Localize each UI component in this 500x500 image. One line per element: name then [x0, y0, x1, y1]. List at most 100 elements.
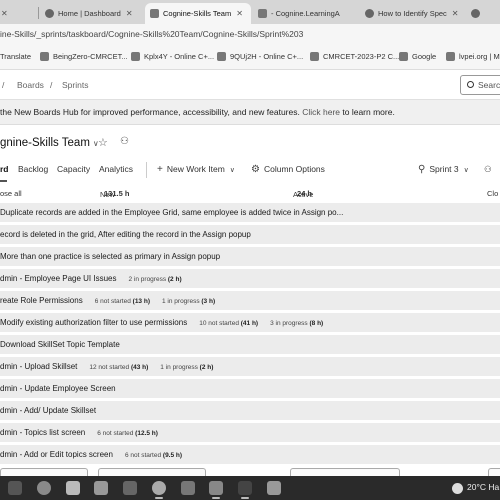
browser-tab-identify[interactable]: How to Identify Spec ✕ — [360, 3, 466, 24]
task-status-summary: 3 in progress (8 h) — [270, 320, 324, 327]
windows-taskbar: 20°C Ha — [0, 476, 500, 500]
click-here-link[interactable]: Click here — [302, 107, 340, 117]
media-icon[interactable] — [123, 481, 137, 495]
work-item-row[interactable]: Duplicate records are added in the Emplo… — [0, 203, 500, 223]
work-item-row[interactable]: dmin - Topics list screen 6 not started (… — [0, 423, 500, 443]
page-favicon-icon — [471, 9, 480, 18]
bookmark-translate[interactable]: Translate — [0, 52, 31, 61]
tab-capacity[interactable]: Capacity — [57, 164, 90, 174]
work-item-title[interactable]: reate Role Permissions 6 not started (13 … — [0, 296, 215, 305]
gear-icon: ⚙ — [251, 164, 260, 175]
collapse-all-button[interactable]: ose all — [0, 189, 22, 198]
breadcrumb-boards[interactable]: Boards — [17, 80, 44, 90]
terminal-icon[interactable] — [238, 481, 252, 499]
task-card[interactable] — [98, 468, 206, 476]
work-item-row[interactable]: dmin - Upload Skillset 12 not started (43… — [0, 357, 500, 377]
browser-tab-strip: ✕ Home | Dashboard ✕ Cognine-Skills Team… — [0, 0, 500, 24]
team-selector[interactable]: gnine-Skills Team ∨ — [0, 137, 99, 149]
tab-taskboard[interactable]: rd — [0, 164, 9, 174]
edge-icon[interactable] — [37, 481, 51, 495]
address-bar[interactable]: ine-Skills/_sprints/taskboard/Cognine-Sk… — [0, 24, 500, 46]
work-item-title[interactable]: Duplicate records are added in the Emplo… — [0, 208, 343, 217]
work-item-row[interactable]: reate Role Permissions 6 not started (13 … — [0, 291, 500, 311]
work-item-row[interactable]: dmin - Employee Page UI Issues 2 in progr… — [0, 269, 500, 289]
search-icon — [467, 81, 474, 88]
search-input[interactable]: Search — [460, 75, 500, 95]
sprint-selector[interactable]: ⚲ Sprint 3 ∨ — [418, 164, 473, 175]
task-card[interactable] — [0, 468, 88, 476]
work-item-row[interactable]: dmin - Add or Edit topics screen 6 not st… — [0, 445, 500, 465]
browser-tab-partial[interactable]: ✕ — [0, 3, 26, 24]
breadcrumb-sprints[interactable]: Sprints — [62, 80, 88, 90]
task-status-summary: 1 in progress (3 h) — [162, 298, 216, 305]
task-status-summary: 10 not started (41 h) — [199, 320, 259, 327]
file-explorer-icon[interactable] — [66, 481, 80, 495]
breadcrumb-separator: / — [50, 80, 53, 90]
new-boards-hub-banner: the New Boards Hub for improved performa… — [0, 100, 500, 125]
task-status-summary: 2 in progress (2 h) — [128, 276, 182, 283]
page-favicon-icon — [258, 9, 267, 18]
favorite-star-icon[interactable]: ☆ — [98, 136, 108, 149]
column-closed: Clo — [487, 189, 499, 198]
team-members-icon[interactable]: ⚇ — [120, 136, 129, 147]
work-item-row[interactable]: Modify existing authorization filter to … — [0, 313, 500, 333]
bookmark-9quj2h[interactable]: 9QUj2H - Online C+... — [217, 52, 303, 61]
chrome-favicon-icon — [45, 9, 54, 18]
column-options-button[interactable]: ⚙ Column Options — [251, 164, 325, 175]
bookmark-kplx4y[interactable]: Kplx4Y - Online C+... — [131, 52, 214, 61]
widgets-icon[interactable] — [8, 481, 22, 495]
close-icon[interactable]: ✕ — [126, 9, 133, 18]
work-item-title[interactable]: dmin - Add/ Update Skillset — [0, 406, 96, 415]
vscode-icon[interactable] — [181, 481, 195, 495]
task-status-summary: 6 not started (12.5 h) — [97, 430, 158, 437]
work-item-row[interactable]: Download SkillSet Topic Template — [0, 335, 500, 355]
work-item-title[interactable]: dmin - Add or Edit topics screen 6 not st… — [0, 450, 182, 459]
work-item-title[interactable]: Modify existing authorization filter to … — [0, 318, 323, 327]
work-item-title[interactable]: dmin - Employee Page UI Issues 2 in progr… — [0, 274, 182, 283]
work-item-row[interactable]: dmin - Update Employee Screen — [0, 379, 500, 399]
google-icon — [399, 52, 408, 61]
work-item-title[interactable]: Download SkillSet Topic Template — [0, 340, 120, 349]
task-status-summary: 1 in progress (2 h) — [160, 364, 214, 371]
browser-tab-learning[interactable]: - Cognine.LearningA — [253, 3, 357, 24]
bookmark-google[interactable]: Google — [399, 52, 436, 61]
weather-text[interactable]: 20°C Ha — [467, 482, 499, 492]
tab-selected-indicator — [0, 180, 7, 182]
visual-studio-icon[interactable] — [209, 481, 223, 499]
tab-title: How to Identify Spec — [378, 9, 447, 18]
bookmark-cmrcet[interactable]: CMRCET-2023-P2 C... — [310, 52, 399, 61]
work-item-title[interactable]: More than one practice is selected as pr… — [0, 252, 220, 261]
browser-tab-cognine-skills[interactable]: Cognine-Skills Team ✕ — [145, 3, 251, 24]
chrome-favicon-icon — [365, 9, 374, 18]
azure-devops-icon — [150, 9, 159, 18]
task-card[interactable] — [488, 468, 500, 476]
postgres-icon[interactable] — [267, 481, 281, 495]
work-item-title[interactable]: dmin - Upload Skillset 12 not started (43… — [0, 362, 213, 371]
chrome-icon[interactable] — [152, 481, 166, 499]
bookmark-beingzero[interactable]: BeingZero-CMRCET... — [40, 52, 128, 61]
bookmark-icon — [310, 52, 319, 61]
task-status-summary: 12 not started (43 h) — [89, 364, 149, 371]
task-card[interactable] — [290, 468, 400, 476]
store-icon[interactable] — [94, 481, 108, 495]
close-icon[interactable]: ✕ — [236, 9, 243, 18]
new-work-item-button[interactable]: + New Work Item ∨ — [157, 164, 239, 175]
browser-tab-dashboard[interactable]: Home | Dashboard ✕ — [40, 3, 142, 24]
tab-backlog[interactable]: Backlog — [18, 164, 48, 174]
tab-analytics[interactable]: Analytics — [99, 164, 133, 174]
close-icon[interactable]: ✕ — [452, 9, 459, 18]
close-icon[interactable]: ✕ — [1, 9, 8, 18]
bookmark-lvpei[interactable]: lvpei.org | Mo — [446, 52, 500, 61]
work-item-title[interactable]: dmin - Update Employee Screen — [0, 384, 116, 393]
nav-divider — [146, 162, 147, 178]
work-item-row[interactable]: More than one practice is selected as pr… — [0, 247, 500, 267]
work-item-row[interactable]: dmin - Add/ Update Skillset — [0, 401, 500, 421]
person-filter-icon[interactable]: ⚇ — [484, 164, 492, 175]
tab-title: Home | Dashboard — [58, 9, 121, 18]
taskboard-main: gnine-Skills Team ∨ ☆ ⚇ rd Backlog Capaci… — [0, 125, 500, 465]
browser-tab-partial-right[interactable] — [466, 3, 500, 24]
url-text[interactable]: ine-Skills/_sprints/taskboard/Cognine-Sk… — [0, 29, 303, 39]
work-item-title[interactable]: ecord is deleted in the grid, After edit… — [0, 230, 251, 239]
work-item-row[interactable]: ecord is deleted in the grid, After edit… — [0, 225, 500, 245]
work-item-title[interactable]: dmin - Topics list screen 6 not started (… — [0, 428, 158, 437]
